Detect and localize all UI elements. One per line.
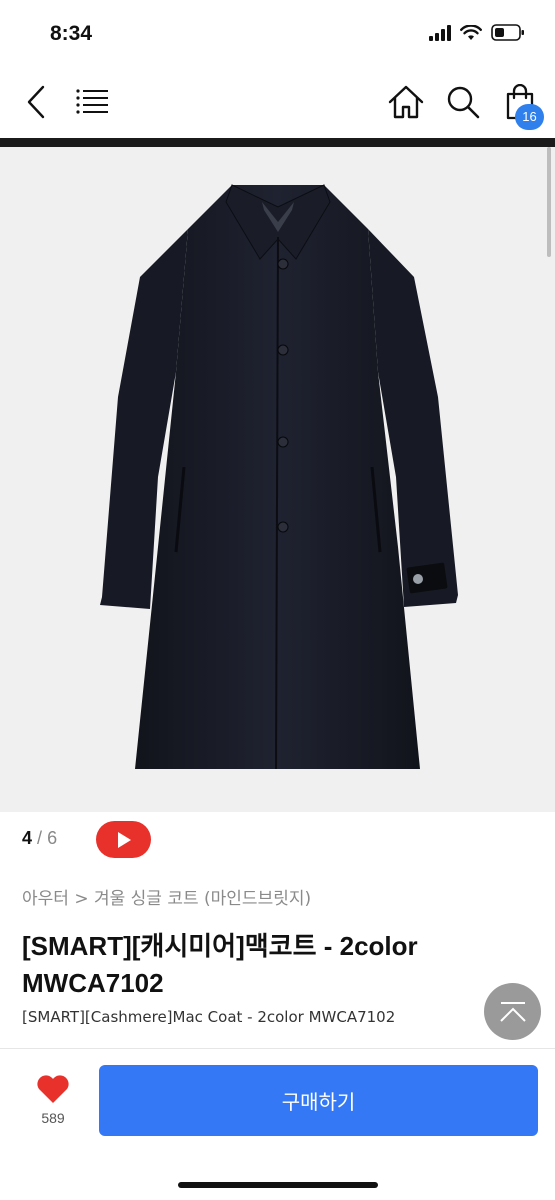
scroll-to-top-button[interactable] (484, 983, 541, 1040)
product-image-carousel[interactable] (0, 147, 555, 812)
play-icon (117, 831, 131, 848)
back-icon (27, 85, 45, 119)
home-icon (388, 85, 424, 119)
image-counter-separator: / (37, 828, 43, 848)
breadcrumb[interactable]: 아우터 > 겨울 싱글 코트 (마인드브릿지) (22, 884, 311, 909)
search-icon (447, 86, 480, 119)
heart-icon (37, 1075, 69, 1103)
image-counter-current: 4 (22, 828, 33, 848)
product-subtitle: [SMART][Cashmere]Mac Coat - 2color MWCA7… (22, 1008, 396, 1026)
home-indicator (178, 1182, 378, 1188)
product-title-line2: MWCA7102 (22, 968, 164, 998)
signal-icon (429, 24, 451, 41)
status-icons (429, 24, 525, 41)
back-button[interactable] (18, 82, 54, 122)
product-title: [SMART][캐시미어]맥코트 - 2color MWCA7102 (22, 928, 492, 1002)
arrow-up-icon (499, 1001, 526, 1022)
wifi-icon (460, 24, 482, 40)
battery-icon (491, 24, 524, 41)
menu-button[interactable] (74, 84, 110, 120)
nav-divider (0, 138, 555, 147)
home-button[interactable] (386, 82, 426, 122)
menu-icon (76, 89, 108, 114)
product-title-line1: [SMART][캐시미어]맥코트 - 2color (22, 931, 418, 961)
cart-count-badge: 16 (515, 104, 544, 130)
search-button[interactable] (443, 82, 483, 122)
image-counter: 4 / 6 (22, 828, 57, 849)
image-counter-total: 6 (47, 828, 58, 848)
product-image-coat (100, 184, 458, 770)
status-time: 8:34 (50, 22, 93, 45)
scrollbar[interactable] (547, 147, 551, 257)
like-count: 589 (41, 1110, 65, 1126)
video-play-button[interactable] (96, 821, 151, 858)
bottom-bar-divider (0, 1048, 555, 1049)
like-button[interactable]: 589 (22, 1074, 84, 1126)
buy-button[interactable]: 구매하기 (99, 1065, 538, 1136)
nav-bar (0, 70, 555, 136)
